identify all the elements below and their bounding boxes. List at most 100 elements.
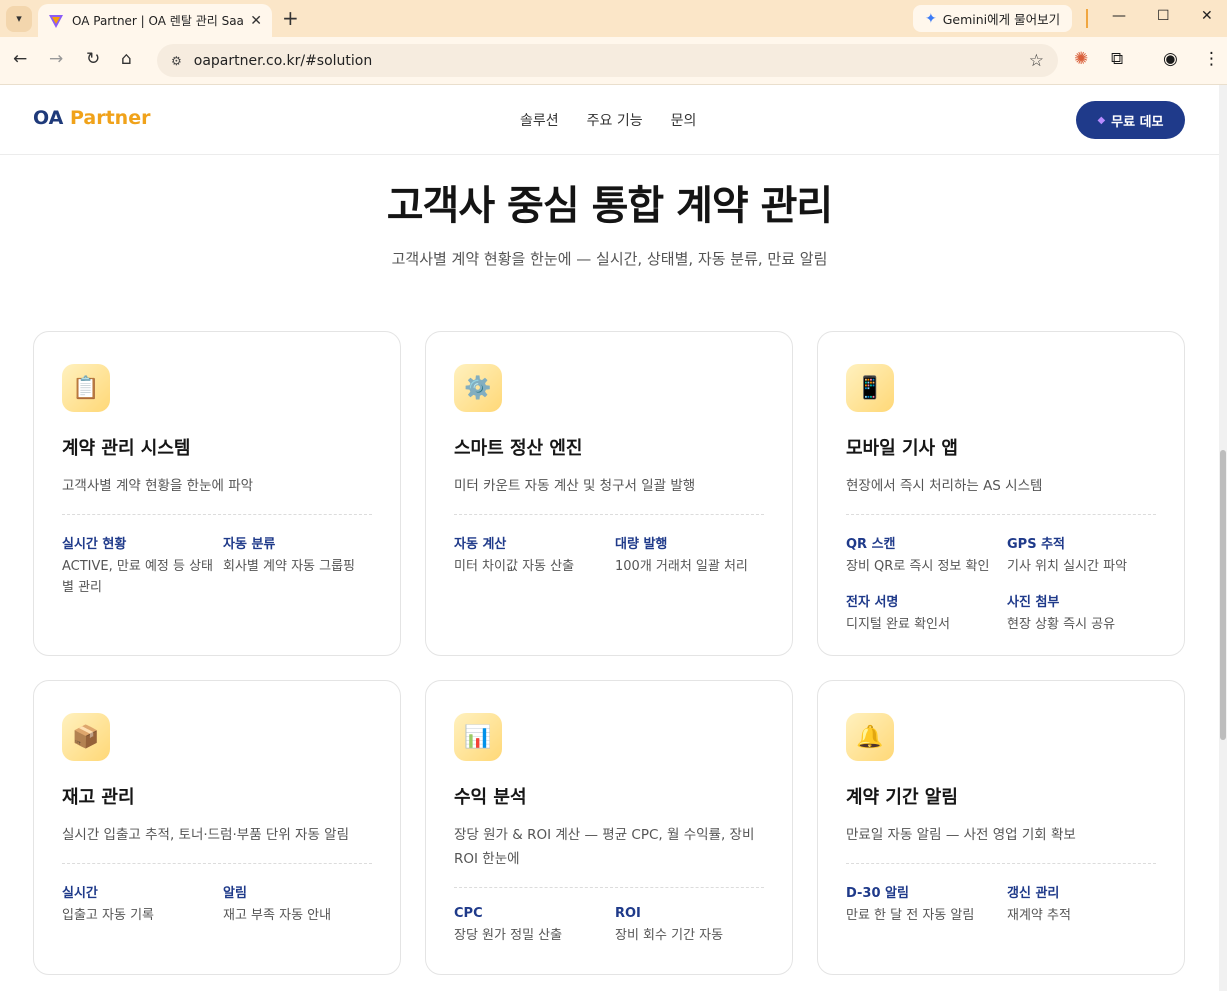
url-text: oapartner.co.kr/#solution — [193, 52, 373, 69]
new-tab-icon[interactable]: + — [282, 6, 299, 30]
feature-name: GPS 추적 — [1007, 537, 1066, 552]
profile-avatar-icon[interactable]: ◉ — [1163, 49, 1178, 69]
feature-name: 실시간 현황 — [62, 537, 127, 552]
brand-logo[interactable]: OA Partner — [33, 107, 150, 129]
forward-icon[interactable]: → — [49, 49, 63, 69]
maximize-icon[interactable]: ☐ — [1157, 8, 1170, 24]
card-title: 스마트 정산 엔진 — [454, 438, 583, 459]
scrollbar-thumb[interactable] — [1220, 450, 1226, 740]
gemini-button[interactable]: ✦ Gemini에게 물어보기 — [913, 5, 1073, 32]
card-divider — [62, 514, 372, 515]
feature-item: QR 스캔 장비 QR로 즉시 정보 확인 — [846, 533, 1007, 577]
feature-desc: ACTIVE, 만료 예정 등 상태별 관리 — [62, 559, 214, 595]
feature-item: 갱신 관리 재계약 추적 — [1007, 882, 1157, 926]
feature-desc: 입출고 자동 기록 — [62, 908, 154, 923]
gemini-icon: ✦ — [925, 10, 937, 27]
card-title: 모바일 기사 앱 — [846, 438, 958, 459]
card-title: 계약 관리 시스템 — [62, 438, 191, 459]
feature-desc: 장비 회수 기간 자동 — [615, 928, 724, 943]
page-scrollbar[interactable] — [1219, 85, 1227, 991]
feature-card: 📋 계약 관리 시스템 고객사별 계약 현황을 한눈에 파악 실시간 현황 AC… — [33, 331, 401, 656]
feature-item: 실시간 입출고 자동 기록 — [62, 882, 223, 926]
site-favicon-icon — [49, 14, 63, 28]
phone-app-icon: 📱 — [846, 364, 894, 412]
feature-card: 📦 재고 관리 실시간 입출고 추적, 토너·드럼·부품 단위 자동 알림 실시… — [33, 680, 401, 975]
feature-name: 알림 — [223, 886, 247, 901]
feature-name: 자동 분류 — [223, 537, 276, 552]
feature-desc: 기사 위치 실시간 파악 — [1007, 559, 1128, 574]
feature-item: 실시간 현황 ACTIVE, 만료 예정 등 상태별 관리 — [62, 533, 223, 598]
feature-desc: 장당 원가 정밀 산출 — [454, 928, 563, 943]
site-nav: 솔루션 주요 기능 문의 — [520, 110, 696, 130]
card-divider — [62, 863, 372, 864]
reload-icon[interactable]: ↻ — [86, 49, 100, 69]
window-close-icon[interactable]: ✕ — [1201, 8, 1213, 24]
browser-tab-active[interactable]: OA Partner | OA 렌탈 관리 Saa ✕ — [38, 4, 272, 37]
address-bar[interactable]: ⚙ oapartner.co.kr/#solution ☆ — [157, 44, 1058, 77]
nav-contact[interactable]: 문의 — [671, 110, 697, 130]
feature-desc: 디지털 완료 확인서 — [846, 617, 950, 632]
feature-list: CPC 장당 원가 정밀 산출 ROI 장비 회수 기간 자동 — [454, 906, 764, 946]
feature-list: D-30 알림 만료 한 달 전 자동 알림 갱신 관리 재계약 추적 — [846, 882, 1156, 926]
card-title: 계약 기간 알림 — [846, 787, 958, 808]
feature-card: ⚙️ 스마트 정산 엔진 미터 카운트 자동 계산 및 청구서 일괄 발행 자동… — [425, 331, 793, 656]
feature-list: 실시간 입출고 자동 기록 알림 재고 부족 자동 안내 — [62, 882, 372, 926]
package-icon: 📦 — [62, 713, 110, 761]
card-title: 재고 관리 — [62, 787, 135, 808]
feature-item: ROI 장비 회수 기간 자동 — [615, 906, 765, 946]
feature-item: 알림 재고 부족 자동 안내 — [223, 882, 373, 926]
section-title: 고객사 중심 통합 계약 관리 — [386, 183, 834, 229]
feature-name: 대량 발행 — [615, 537, 668, 552]
extensions-puzzle-icon[interactable]: ⧉ — [1111, 49, 1123, 69]
free-demo-label: 무료 데모 — [1111, 114, 1164, 130]
feature-desc: 재고 부족 자동 안내 — [223, 908, 332, 923]
feature-card: 🔔 계약 기간 알림 만료일 자동 알림 — 사전 영업 기회 확보 D-30 … — [817, 680, 1185, 975]
bookmark-star-icon[interactable]: ☆ — [1029, 51, 1044, 71]
feature-list: QR 스캔 장비 QR로 즉시 정보 확인 GPS 추적 기사 위치 실시간 파… — [846, 533, 1156, 635]
card-description: 미터 카운트 자동 계산 및 청구서 일괄 발행 — [454, 478, 696, 494]
feature-name: ROI — [615, 906, 641, 921]
card-divider — [846, 514, 1156, 515]
feature-list: 자동 계산 미터 차이값 자동 산출 대량 발행 100개 거래처 일괄 처리 — [454, 533, 764, 577]
gemini-label: Gemini에게 물어보기 — [942, 12, 1061, 27]
card-title: 수익 분석 — [454, 787, 527, 808]
nav-solution[interactable]: 솔루션 — [520, 110, 559, 130]
feature-item: 자동 계산 미터 차이값 자동 산출 — [454, 533, 615, 577]
site-info-icon[interactable]: ⚙ — [171, 54, 182, 68]
tabbar-divider — [1086, 9, 1088, 28]
feature-name: D-30 알림 — [846, 886, 909, 901]
feature-name: 전자 서명 — [846, 595, 899, 610]
feature-name: QR 스캔 — [846, 537, 896, 552]
gear-icon: ⚙️ — [454, 364, 502, 412]
feature-name: 실시간 — [62, 886, 98, 901]
tab-search-button[interactable]: ▾ — [6, 5, 32, 32]
bell-icon: 🔔 — [846, 713, 894, 761]
feature-item: D-30 알림 만료 한 달 전 자동 알림 — [846, 882, 1007, 926]
feature-name: 갱신 관리 — [1007, 886, 1060, 901]
extension-burst-icon[interactable]: ✺ — [1074, 49, 1088, 69]
minimize-icon[interactable]: — — [1112, 8, 1126, 24]
feature-name: 자동 계산 — [454, 537, 507, 552]
feature-name: 사진 첨부 — [1007, 595, 1060, 610]
card-description: 실시간 입출고 추적, 토너·드럼·부품 단위 자동 알림 — [62, 827, 350, 843]
section-subtitle: 고객사별 계약 현황을 한눈에 — 실시간, 상태별, 자동 분류, 만료 알림 — [391, 250, 828, 268]
clipboard-icon: 📋 — [62, 364, 110, 412]
bar-chart-icon: 📊 — [454, 713, 502, 761]
free-demo-button[interactable]: ◆ 무료 데모 — [1076, 101, 1185, 139]
card-description: 고객사별 계약 현황을 한눈에 파악 — [62, 478, 254, 494]
tab-title: OA Partner | OA 렌탈 관리 Saa — [72, 14, 244, 28]
home-icon[interactable]: ⌂ — [121, 49, 132, 69]
feature-list: 실시간 현황 ACTIVE, 만료 예정 등 상태별 관리 자동 분류 회사별 … — [62, 533, 372, 598]
feature-item: GPS 추적 기사 위치 실시간 파악 — [1007, 533, 1157, 577]
nav-features[interactable]: 주요 기능 — [587, 110, 643, 130]
card-divider — [454, 887, 764, 888]
demo-gem-icon: ◆ — [1097, 114, 1106, 126]
back-icon[interactable]: ← — [13, 49, 27, 69]
browser-menu-icon[interactable]: ⋮ — [1203, 49, 1220, 69]
feature-desc: 100개 거래처 일괄 처리 — [615, 559, 748, 574]
feature-item: 사진 첨부 현장 상황 즉시 공유 — [1007, 591, 1157, 635]
card-description: 현장에서 즉시 처리하는 AS 시스템 — [846, 478, 1043, 494]
tab-close-icon[interactable]: ✕ — [250, 13, 262, 29]
feature-desc: 만료 한 달 전 자동 알림 — [846, 908, 975, 923]
feature-desc: 현장 상황 즉시 공유 — [1007, 617, 1116, 632]
